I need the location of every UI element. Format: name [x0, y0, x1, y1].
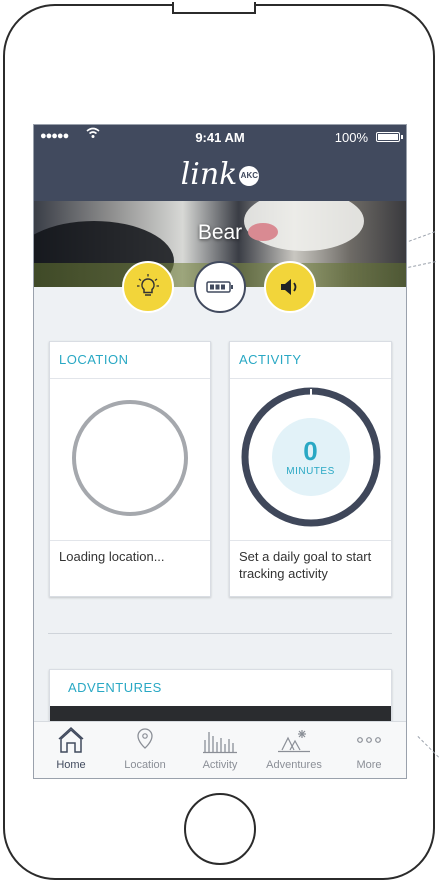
akc-badge: AKC — [239, 166, 260, 186]
tab-location-label: Location — [124, 759, 166, 771]
dog-name: Bear — [197, 221, 243, 244]
activity-minutes: 0 — [303, 436, 318, 466]
location-pin-icon — [108, 726, 182, 756]
adventures-card[interactable]: ADVENTURES — [49, 669, 392, 736]
device-battery-button[interactable] — [194, 261, 246, 313]
app-screen: ●●●●● 9:41 AM 100% link AKC Bear LOCATIO… — [33, 124, 407, 779]
sound-toggle-button[interactable] — [264, 261, 316, 313]
location-card[interactable]: LOCATION Loading location... — [49, 341, 211, 597]
activity-card[interactable]: ACTIVITY 0 MINUTES Set a daily goal to s… — [229, 341, 392, 597]
adventures-card-title: ADVENTURES — [68, 680, 162, 695]
phone-speaker — [172, 2, 256, 14]
activity-message: Set a daily goal to start tracking activ… — [230, 540, 391, 582]
tab-more[interactable]: More — [332, 726, 406, 771]
location-status: Loading location... — [50, 540, 210, 565]
status-battery-icon — [376, 132, 403, 142]
tab-home[interactable]: Home — [34, 726, 108, 771]
tab-adventures-label: Adventures — [266, 759, 322, 771]
activity-minutes-label: MINUTES — [286, 466, 335, 477]
adventures-icon — [257, 726, 331, 756]
more-icon — [332, 726, 406, 756]
section-divider — [48, 633, 392, 634]
tab-adventures[interactable]: Adventures — [257, 726, 331, 771]
app-header: link AKC — [34, 149, 406, 201]
status-bar: ●●●●● 9:41 AM 100% — [34, 125, 406, 149]
battery-percent: 100% — [334, 130, 368, 145]
activity-value: 0 MINUTES — [230, 438, 391, 477]
phone-home-button[interactable] — [184, 793, 256, 865]
location-loading-ring — [72, 400, 188, 516]
home-icon — [34, 726, 108, 756]
tab-activity-label: Activity — [202, 759, 238, 771]
app-logo: link AKC — [34, 157, 406, 192]
tab-bar: Home Location Activity Adventures More — [34, 721, 406, 778]
tab-home-label: Home — [56, 759, 86, 771]
tab-activity[interactable]: Activity — [183, 726, 257, 771]
activity-bars-icon — [183, 726, 257, 756]
activity-card-title: ACTIVITY — [230, 342, 391, 379]
tab-location[interactable]: Location — [108, 726, 182, 771]
location-card-title: LOCATION — [50, 342, 210, 379]
logo-text: link — [180, 157, 238, 192]
light-toggle-button[interactable] — [122, 261, 174, 313]
tab-more-label: More — [356, 759, 382, 771]
